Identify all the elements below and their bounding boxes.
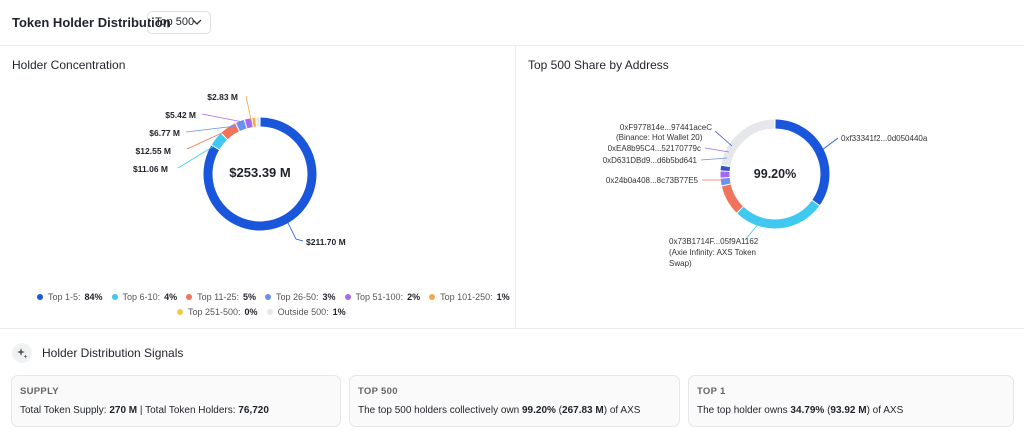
legend-label: Outside 500: <box>277 307 329 317</box>
header-bar: Token Holder Distribution Top 500 <box>0 0 1024 46</box>
legend-pct: 4% <box>164 292 178 302</box>
top-filter-value: Top 500 <box>155 16 195 28</box>
signal-card-supply: SUPPLY Total Token Supply: 270 M | Total… <box>11 375 341 427</box>
leader-line-top1-5 <box>287 222 304 242</box>
legend-item[interactable]: Top 101-250: 1% <box>429 292 510 302</box>
legend-label: Top 251-500: <box>188 307 241 317</box>
slice-label-top26-50: $6.77 M <box>149 128 180 138</box>
address-label-2-tag: (Binance: Hot Wallet 20) <box>616 133 703 142</box>
legend-label: Top 1-5: <box>48 292 81 302</box>
sparkle-icon <box>12 343 32 363</box>
slice-other[interactable] <box>721 119 775 167</box>
legend-label: Top 6-10: <box>122 292 161 302</box>
address-label-3: 0xEA8b95C4...52170779c <box>608 144 701 153</box>
card-text: The top 500 holders collectively own 99.… <box>358 405 641 416</box>
address-label-5: 0x24b0a408...8c73B77E5 <box>606 176 699 185</box>
legend-item[interactable]: Top 6-10: 4% <box>111 292 178 302</box>
leader-line-top101-250 <box>245 95 252 121</box>
address-label-2: 0xF977814e...97441aceC <box>620 123 712 132</box>
legend-pct: 3% <box>322 292 336 302</box>
legend-item[interactable]: Outside 500: 1% <box>266 307 346 317</box>
legend-dot-top11-25 <box>186 294 193 300</box>
leader-line-top51-100 <box>201 113 244 123</box>
card-text: The top holder owns 34.79% (93.92 M) of … <box>697 405 904 416</box>
legend-item[interactable]: Top 26-50: 3% <box>264 292 336 302</box>
legend-dot-outside-500 <box>266 309 273 315</box>
slice-0xd631dbd9-d6b5bd641[interactable] <box>720 177 731 186</box>
legend-dot-top6-10 <box>111 294 118 300</box>
legend-row-1: Top 1-5: 84% Top 6-10: 4% Top 11-25: 5% … <box>37 292 510 302</box>
left-center-value: $253.39 M <box>229 165 290 180</box>
address-label-6-tag-2: Swap) <box>669 259 692 268</box>
legend-pct: 1% <box>332 307 346 317</box>
legend-item[interactable]: Top 1-5: 84% <box>37 292 103 302</box>
slice-label-top6-10: $11.06 M <box>133 164 168 174</box>
address-label-6-tag-1: (Axie Infinity: AXS Token <box>669 248 756 257</box>
slice-top-26-50[interactable] <box>236 119 247 132</box>
signal-card-top1: TOP 1 The top holder owns 34.79% (93.92 … <box>688 375 1014 427</box>
leader-line-address-1 <box>821 137 839 151</box>
slice-label-top11-25: $12.55 M <box>136 146 171 156</box>
slice-label-top101-250: $2.83 M <box>207 92 238 102</box>
signal-card-top500: TOP 500 The top 500 holders collectively… <box>349 375 680 427</box>
leader-line-address-3 <box>704 147 730 153</box>
legend-pct: 1% <box>496 292 510 302</box>
right-center-value: 99.20% <box>754 167 796 181</box>
leader-line-address-2 <box>714 130 733 147</box>
legend-pct: 5% <box>242 292 256 302</box>
address-label-1: 0xf33341f2...0d050440a <box>841 134 928 143</box>
signals-title: Holder Distribution Signals <box>42 346 184 360</box>
slice-0xf33341f2-0d050440a[interactable] <box>775 119 830 205</box>
legend-pct: 2% <box>407 292 421 302</box>
legend-item[interactable]: Top 51-100: 2% <box>344 292 421 302</box>
charts-canvas: $253.39 M $211.70 M $11.06 M $12.55 M $6… <box>133 92 928 268</box>
legend-label: Top 11-25: <box>197 292 239 302</box>
chevron-down-icon <box>192 19 202 25</box>
slice-top-51-100[interactable] <box>244 118 253 129</box>
legend-label: Top 101-250: <box>440 292 493 302</box>
slice-top-6-10[interactable] <box>211 133 228 150</box>
top-filter-select[interactable]: Top 500 <box>147 11 211 34</box>
slice-label-top51-100: $5.42 M <box>165 110 196 120</box>
slice-0x24b0a408-8c73b77e5[interactable] <box>721 184 744 213</box>
legend-dot-top1-5 <box>37 294 43 300</box>
legend-pct: 0% <box>244 307 258 317</box>
address-label-4: 0xD631DBd9...d6b5bd641 <box>603 156 698 165</box>
legend-dot-top51-100 <box>344 294 351 300</box>
legend-label: Top 26-50: <box>275 292 319 302</box>
card-caption: TOP 500 <box>358 386 398 397</box>
card-caption: SUPPLY <box>20 386 59 397</box>
section-divider <box>0 328 1024 329</box>
legend-pct: 84% <box>84 292 103 302</box>
card-caption: TOP 1 <box>697 386 726 397</box>
legend-dot-top26-50 <box>264 294 271 300</box>
legend-row-2: Top 251-500: 0% Outside 500: 1% <box>177 307 346 317</box>
slice-top-11-25[interactable] <box>221 123 240 140</box>
slice-label-top1-5: $211.70 M <box>306 237 346 247</box>
legend-item[interactable]: Top 251-500: 0% <box>177 307 258 317</box>
signals-header: Holder Distribution Signals <box>12 343 183 363</box>
address-label-6: 0x73B1714F...05f9A1162 <box>669 237 759 246</box>
legend-dot-top101-250 <box>429 294 436 300</box>
legend-item[interactable]: Top 11-25: 5% <box>186 292 256 302</box>
legend-dot-top251-500 <box>177 309 183 315</box>
legend-label: Top 51-100: <box>355 292 404 302</box>
slice-0x73b1714f-05f9a1162[interactable] <box>737 200 820 229</box>
card-text: Total Token Supply: 270 M | Total Token … <box>20 405 269 416</box>
